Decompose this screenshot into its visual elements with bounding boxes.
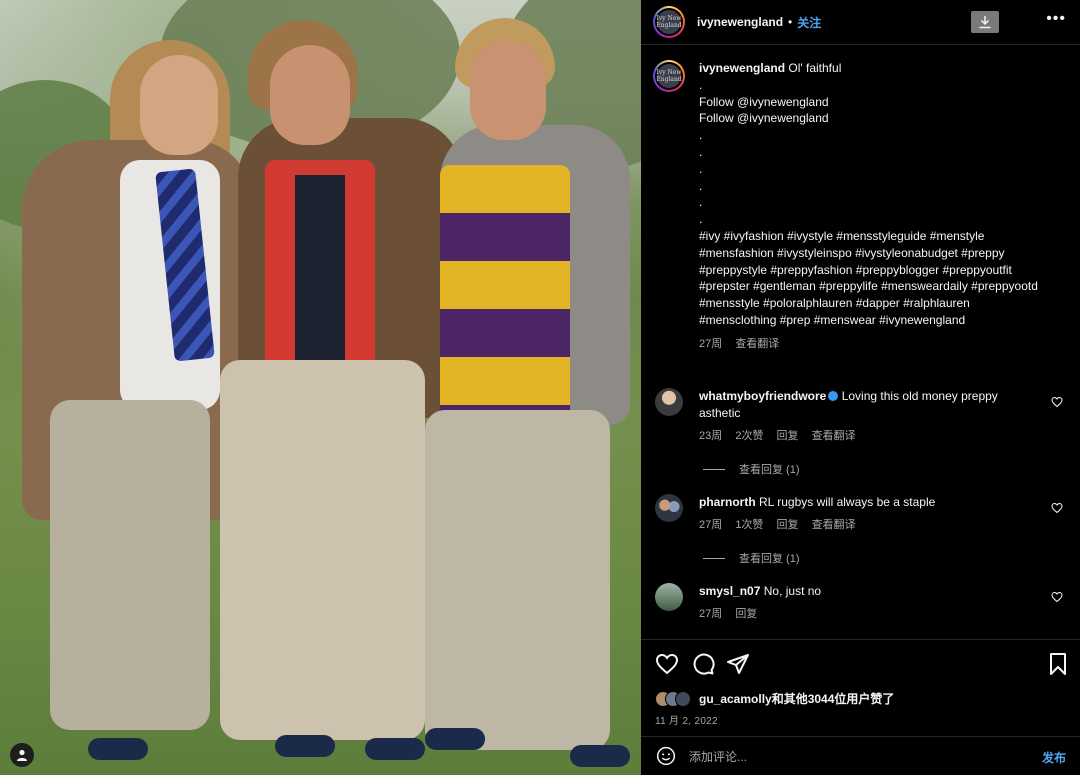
person-middle-face [270, 45, 350, 145]
comment-text: No, just no [763, 584, 822, 598]
see-translation-link[interactable]: 查看翻译 [812, 430, 856, 442]
verified-badge-icon [828, 390, 839, 401]
emoji-icon[interactable] [656, 746, 676, 766]
avatar[interactable] [655, 388, 683, 416]
caption-line: . [699, 212, 703, 227]
comment-likes[interactable]: 2次赞 [735, 430, 763, 442]
caption-line: . [699, 77, 703, 92]
likes-summary[interactable]: gu_acamolly和其他3044位用户赞了 [655, 690, 894, 707]
comments-section[interactable]: Ivy New England ivynewengland Ol' faithf… [641, 46, 1080, 638]
comment-meta: 27周 1次赞 回复 查看翻译 [699, 517, 1054, 534]
caption-line: . [699, 161, 703, 176]
comment-text: asthetic [699, 405, 741, 420]
shoe [88, 738, 148, 760]
avatar[interactable]: Ivy New England [653, 6, 685, 38]
person-right-face [470, 40, 546, 140]
shoe [570, 745, 630, 767]
post-header: Ivy New England ivynewengland • 关注 ••• [641, 0, 1080, 45]
avatar[interactable] [655, 494, 683, 522]
post-image[interactable] [0, 0, 641, 775]
caption-meta: 27周 查看翻译 [699, 335, 1059, 351]
caption-hashtags[interactable]: #mensclothing #prep #menswear #ivyneweng… [699, 312, 1059, 329]
more-options-icon[interactable]: ••• [1046, 10, 1066, 28]
person-right-rugby-shirt [440, 165, 570, 430]
caption-hashtags[interactable]: #ivy #ivyfashion #ivystyle #mensstylegui… [699, 228, 1059, 245]
person-right-pants [425, 410, 610, 750]
caption-line: . [699, 178, 703, 193]
see-translation-link[interactable]: 查看翻译 [735, 338, 779, 350]
post-username[interactable]: ivynewengland [697, 15, 783, 29]
person-middle-pants [220, 360, 425, 740]
action-bar: gu_acamolly和其他3044位用户赞了 11 月 2, 2022 [641, 639, 1080, 735]
caption-line: . [699, 144, 703, 159]
comment-time[interactable]: 23周 [699, 430, 722, 442]
caption-time[interactable]: 27周 [699, 338, 722, 350]
post-comment-button[interactable]: 发布 [1042, 749, 1066, 766]
comment-text: RL rugbys will always be a staple [759, 495, 936, 509]
caption-username[interactable]: ivynewengland [699, 61, 785, 75]
comment-time[interactable]: 27周 [699, 608, 722, 620]
comment-meta: 27周 回复 [699, 606, 1054, 623]
likes-text: gu_acamolly和其他3044位用户赞了 [699, 692, 895, 706]
person-middle-sweater [295, 175, 345, 375]
reply-button[interactable]: 回复 [777, 519, 799, 531]
shoe [425, 728, 485, 750]
comment-item: whatmyboyfriendwore Loving this old mone… [655, 388, 1075, 444]
separator-dot: • [788, 15, 793, 29]
person-left-face [140, 55, 218, 155]
caption-line: . [699, 195, 703, 210]
user-tag-button[interactable] [10, 743, 34, 767]
comment-username[interactable]: whatmyboyfriendwore [699, 389, 826, 403]
shoe [275, 735, 335, 757]
heart-icon[interactable] [1051, 502, 1063, 514]
caption-line: Follow @ivynewengland [699, 94, 829, 109]
comment-icon[interactable] [691, 652, 715, 676]
comment-username[interactable]: pharnorth [699, 495, 756, 509]
caption-hashtags[interactable]: #mensfashion #ivystyleinspo #ivystyleona… [699, 245, 1059, 262]
caption-hashtags[interactable]: #mensstyle #poloralphlauren #dapper #ral… [699, 295, 1059, 312]
caption-hashtags[interactable]: #prepster #gentleman #preppylife #menswe… [699, 278, 1059, 295]
view-replies-button[interactable]: 查看回复 (1) [703, 550, 800, 566]
comment-username[interactable]: smysl_n07 [699, 584, 760, 598]
comment-likes[interactable]: 1次赞 [735, 519, 763, 531]
avatar-logo: Ivy New England [656, 64, 682, 88]
comment-item: pharnorth RL rugbys will always be a sta… [655, 494, 1075, 534]
comment-text: Loving this old money preppy [841, 389, 998, 403]
follow-button[interactable]: 关注 [797, 14, 821, 31]
caption-hashtags[interactable]: #preppystyle #preppyfashion #preppyblogg… [699, 262, 1059, 279]
avatar [675, 690, 691, 707]
reply-button[interactable]: 回复 [735, 608, 757, 620]
divider [703, 468, 725, 470]
view-replies-button[interactable]: 查看回复 (1) [703, 461, 800, 477]
heart-icon[interactable] [1051, 591, 1063, 603]
post-sidebar: Ivy New England ivynewengland • 关注 ••• I… [641, 0, 1080, 775]
comment-meta: 23周 2次赞 回复 查看翻译 [699, 428, 1054, 445]
add-comment-bar: 发布 [641, 736, 1080, 775]
see-translation-link[interactable]: 查看翻译 [812, 519, 856, 531]
share-icon[interactable] [726, 652, 750, 676]
download-button[interactable] [971, 11, 999, 33]
caption-line: ivynewengland Ol' faithful [699, 61, 842, 75]
post-date: 11 月 2, 2022 [655, 716, 718, 727]
avatar[interactable] [655, 583, 683, 611]
caption: Ivy New England ivynewengland Ol' faithf… [653, 60, 1073, 351]
comment-time[interactable]: 27周 [699, 519, 722, 531]
heart-icon[interactable] [1051, 396, 1063, 408]
comment-item: smysl_n07 No, just no 27周 回复 [655, 583, 1075, 623]
reply-button[interactable]: 回复 [777, 430, 799, 442]
user-tag-icon [17, 749, 27, 761]
avatar-logo: Ivy New England [656, 10, 682, 34]
bookmark-icon[interactable] [1046, 652, 1070, 676]
caption-line: Follow @ivynewengland [699, 111, 829, 126]
comment-input[interactable] [689, 747, 1009, 767]
divider [703, 557, 725, 559]
avatar[interactable]: Ivy New England [653, 60, 685, 92]
shoe [365, 738, 425, 760]
download-icon [979, 16, 991, 29]
heart-icon[interactable] [655, 652, 679, 676]
person-left-pants [50, 400, 210, 730]
caption-line: . [699, 128, 703, 143]
